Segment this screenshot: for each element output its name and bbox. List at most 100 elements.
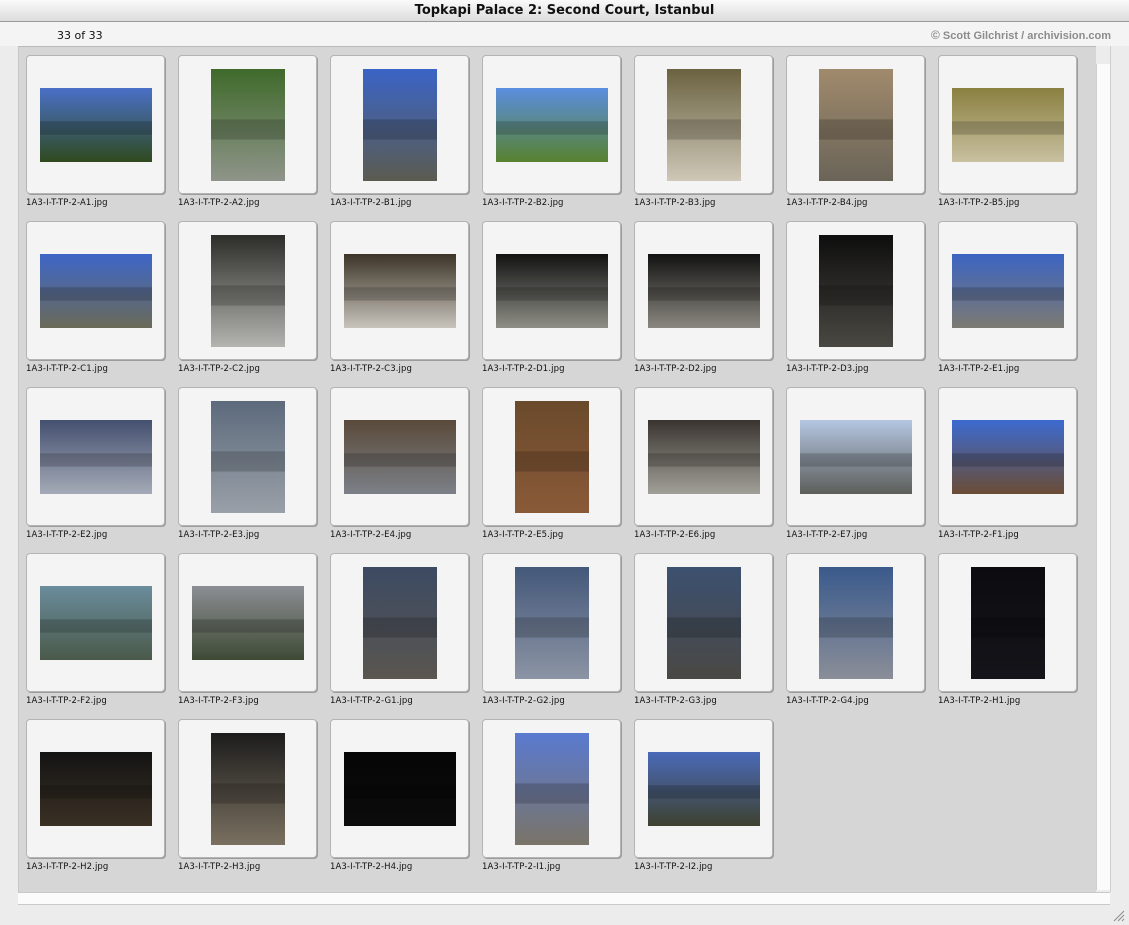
photo-image [818,234,893,347]
slide-filename: 1A3-I-T-TP-2-E3.jpg [178,530,260,540]
photo-image [647,253,760,328]
photo-image [362,68,437,181]
slide-filename: 1A3-I-T-TP-2-G2.jpg [482,696,565,706]
photo-image [514,400,589,513]
slide-filename: 1A3-I-T-TP-2-H4.jpg [330,862,413,872]
photo-image [191,585,304,660]
slide-filename: 1A3-I-T-TP-2-D2.jpg [634,364,717,374]
slide-filename: 1A3-I-T-TP-2-G1.jpg [330,696,413,706]
slide-filename: 1A3-I-T-TP-2-E2.jpg [26,530,108,540]
slide-filename: 1A3-I-T-TP-2-H1.jpg [938,696,1021,706]
slide-filename: 1A3-I-T-TP-2-C3.jpg [330,364,412,374]
slide-thumbnail[interactable] [786,55,925,194]
slide-thumbnail[interactable] [786,221,925,360]
slide-filename: 1A3-I-T-TP-2-G3.jpg [634,696,717,706]
slide-thumbnail[interactable] [482,553,621,692]
slide-thumbnail[interactable] [26,553,165,692]
slide-filename: 1A3-I-T-TP-2-D1.jpg [482,364,565,374]
photo-image [39,253,152,328]
slide-filename: 1A3-I-T-TP-2-F2.jpg [26,696,107,706]
photo-image [514,566,589,679]
slide-thumbnail[interactable] [482,221,621,360]
credit-text: Scott Gilchrist / archivision.com [942,30,1111,42]
photo-image [647,751,760,826]
slide-thumbnail[interactable] [178,221,317,360]
slide-thumbnail[interactable] [178,719,317,858]
slide-thumbnail[interactable] [938,553,1077,692]
photo-image [210,234,285,347]
resize-grip-icon[interactable] [1111,908,1125,922]
slide-thumbnail[interactable] [482,719,621,858]
photo-image [495,253,608,328]
window-title-bar[interactable]: Topkapi Palace 2: Second Court, Istanbul [0,0,1129,22]
slide-thumbnail[interactable] [938,221,1077,360]
photo-image [818,68,893,181]
slide-thumbnail[interactable] [786,387,925,526]
slide-filename: 1A3-I-T-TP-2-E4.jpg [330,530,412,540]
slide-thumbnail[interactable] [330,387,469,526]
photo-image [343,419,456,494]
slide-filename: 1A3-I-T-TP-2-B1.jpg [330,198,412,208]
photo-image [343,751,456,826]
slide-filename: 1A3-I-T-TP-2-H3.jpg [178,862,261,872]
slide-filename: 1A3-I-T-TP-2-I1.jpg [482,862,561,872]
slide-thumbnail[interactable] [26,719,165,858]
slide-filename: 1A3-I-T-TP-2-B4.jpg [786,198,868,208]
slide-filename: 1A3-I-T-TP-2-G4.jpg [786,696,869,706]
window-title: Topkapi Palace 2: Second Court, Istanbul [414,3,715,18]
slide-filename: 1A3-I-T-TP-2-F1.jpg [938,530,1019,540]
slide-thumbnail[interactable] [26,387,165,526]
slide-filename: 1A3-I-T-TP-2-C1.jpg [26,364,108,374]
photo-image [39,585,152,660]
slide-thumbnail[interactable] [330,55,469,194]
slide-thumbnail[interactable] [178,387,317,526]
slide-thumbnail[interactable] [482,55,621,194]
photo-image [514,732,589,845]
photo-image [951,419,1064,494]
slide-filename: 1A3-I-T-TP-2-A2.jpg [178,198,260,208]
photo-image [818,566,893,679]
photo-image [495,87,608,162]
slide-thumbnail[interactable] [26,55,165,194]
slide-filename: 1A3-I-T-TP-2-E5.jpg [482,530,564,540]
slide-thumbnail[interactable] [786,553,925,692]
slide-filename: 1A3-I-T-TP-2-B3.jpg [634,198,716,208]
slide-thumbnail[interactable] [634,55,773,194]
photo-image [362,566,437,679]
slide-thumbnail[interactable] [330,221,469,360]
photo-image [951,253,1064,328]
photo-image [647,419,760,494]
slide-filename: 1A3-I-T-TP-2-B2.jpg [482,198,564,208]
photo-image [799,419,912,494]
scrollbar-edge [1110,46,1111,892]
image-count: 33 of 33 [57,29,103,42]
horizontal-scrollbar[interactable] [18,892,1110,905]
slide-filename: 1A3-I-T-TP-2-A1.jpg [26,198,108,208]
photo-image [951,87,1064,162]
slide-thumbnail[interactable] [330,719,469,858]
slide-thumbnail[interactable] [938,387,1077,526]
slide-filename: 1A3-I-T-TP-2-C2.jpg [178,364,260,374]
slide-thumbnail[interactable] [482,387,621,526]
slide-thumbnail[interactable] [634,387,773,526]
slide-thumbnail[interactable] [634,553,773,692]
photo-image [39,87,152,162]
photo-image [343,253,456,328]
slide-thumbnail[interactable] [178,55,317,194]
slide-filename: 1A3-I-T-TP-2-I2.jpg [634,862,713,872]
slide-thumbnail[interactable] [178,553,317,692]
slide-thumbnail[interactable] [634,221,773,360]
slide-thumbnail[interactable] [330,553,469,692]
slide-thumbnail[interactable] [938,55,1077,194]
photo-image [210,732,285,845]
vertical-scrollbar[interactable] [1096,64,1110,890]
slide-filename: 1A3-I-T-TP-2-E6.jpg [634,530,716,540]
copyright-credit: © Scott Gilchrist / archivision.com [931,28,1111,42]
photo-image [39,751,152,826]
slide-filename: 1A3-I-T-TP-2-E1.jpg [938,364,1020,374]
photo-image [666,566,741,679]
slide-filename: 1A3-I-T-TP-2-F3.jpg [178,696,259,706]
thumbnail-grid: 1A3-I-T-TP-2-A1.jpg 1A3-I-T-TP-2-A2.jpg 1A… [18,46,1096,892]
slide-thumbnail[interactable] [26,221,165,360]
slide-thumbnail[interactable] [634,719,773,858]
